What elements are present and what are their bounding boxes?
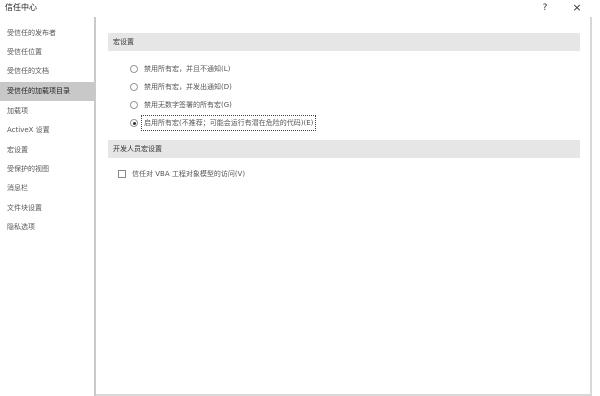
window-title: 信任中心 bbox=[5, 3, 37, 12]
dialog-right-border bbox=[590, 17, 592, 396]
sidebar-divider bbox=[94, 17, 96, 396]
sidebar-item-addins[interactable]: 加载项 bbox=[0, 102, 94, 121]
title-bar: 信任中心 ? × bbox=[0, 0, 600, 17]
checkbox-label: 信任对 VBA 工程对象模型的访问(V) bbox=[132, 170, 246, 178]
sidebar-item-privacy-options[interactable]: 隐私选项 bbox=[0, 218, 94, 237]
radio-button[interactable] bbox=[130, 83, 138, 91]
radio-label: 禁用无数字签署的所有宏(G) bbox=[144, 101, 232, 109]
macro-settings-header: 宏设置 bbox=[108, 33, 580, 51]
sidebar-item-activex-settings[interactable]: ActiveX 设置 bbox=[0, 121, 94, 140]
sidebar: 受信任的发布者 受信任位置 受信任的文档 受信任的加载项目录 加载项 Activ… bbox=[0, 17, 94, 396]
sidebar-item-file-block-settings[interactable]: 文件块设置 bbox=[0, 199, 94, 218]
radio-label: 启用所有宏(不推荐；可能会运行有潜在危险的代码)(E) bbox=[140, 115, 317, 131]
checkbox[interactable] bbox=[118, 170, 126, 178]
radio-label: 禁用所有宏，并且不通知(L) bbox=[144, 65, 231, 73]
close-button[interactable]: × bbox=[569, 0, 585, 16]
sidebar-item-trusted-publishers[interactable]: 受信任的发布者 bbox=[0, 24, 94, 43]
sidebar-item-message-bar[interactable]: 消息栏 bbox=[0, 179, 94, 198]
help-button[interactable]: ? bbox=[538, 1, 552, 15]
sidebar-item-macro-settings[interactable]: 宏设置 bbox=[0, 141, 94, 160]
sidebar-item-trusted-documents[interactable]: 受信任的文档 bbox=[0, 62, 94, 81]
radio-label: 禁用所有宏，并发出通知(D) bbox=[144, 83, 232, 91]
radio-button[interactable] bbox=[130, 65, 138, 73]
radio-button-selected[interactable] bbox=[130, 119, 138, 127]
developer-settings-header: 开发人员宏设置 bbox=[108, 140, 580, 158]
main-panel: 宏设置 禁用所有宏，并且不通知(L) 禁用所有宏，并发出通知(D) 禁用无数字签… bbox=[100, 17, 590, 396]
sidebar-item-trusted-locations[interactable]: 受信任位置 bbox=[0, 43, 94, 62]
sidebar-item-trusted-addin-catalogs[interactable]: 受信任的加载项目录 bbox=[0, 82, 94, 101]
radio-button[interactable] bbox=[130, 101, 138, 109]
sidebar-item-protected-view[interactable]: 受保护的视图 bbox=[0, 160, 94, 179]
